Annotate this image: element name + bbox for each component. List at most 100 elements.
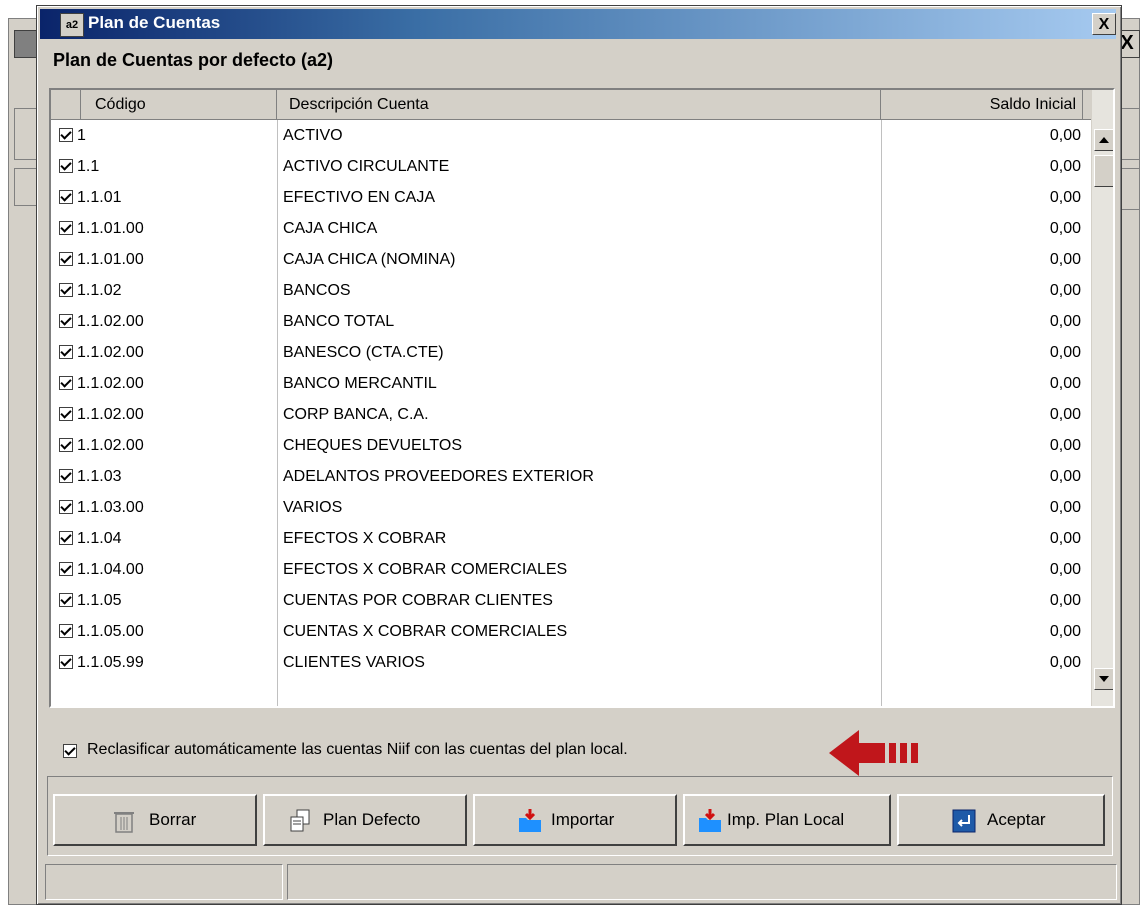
descripcion-cell: CAJA CHICA [283, 220, 378, 237]
row-checkbox[interactable] [59, 345, 73, 359]
row-checkbox[interactable] [59, 221, 73, 235]
codigo-cell: 1.1.04.00 [77, 561, 144, 578]
codigo-cell: 1.1.02.00 [77, 406, 144, 423]
table-row[interactable]: 1.1.02 BANCOS 0,00 [51, 275, 1091, 306]
imp-plan-local-label: Imp. Plan Local [727, 810, 845, 829]
saldo-cell: 0,00 [1049, 251, 1081, 268]
imp-plan-local-button[interactable]: Imp. Plan Local [683, 794, 891, 846]
importar-label: Importar [551, 810, 615, 829]
descripcion-cell: BANCO MERCANTIL [283, 375, 437, 392]
table-row[interactable]: 1.1.01 EFECTIVO EN CAJA 0,00 [51, 182, 1091, 213]
table-row[interactable]: 1.1.02.00 BANCO TOTAL 0,00 [51, 306, 1091, 337]
table-row[interactable]: 1.1.01.00 CAJA CHICA 0,00 [51, 213, 1091, 244]
header-descripcion[interactable]: Descripción Cuenta [277, 90, 881, 120]
column-divider [277, 120, 278, 706]
table-row[interactable]: 1.1.05 CUENTAS POR COBRAR CLIENTES 0,00 [51, 585, 1091, 616]
row-checkbox[interactable] [59, 593, 73, 607]
codigo-cell: 1.1.01.00 [77, 220, 144, 237]
row-checkbox[interactable] [59, 469, 73, 483]
row-checkbox[interactable] [59, 283, 73, 297]
descripcion-cell: BANESCO (CTA.CTE) [283, 344, 444, 361]
descripcion-cell: EFECTOS X COBRAR COMERCIALES [283, 561, 568, 578]
saldo-cell: 0,00 [1049, 499, 1081, 516]
row-checkbox[interactable] [59, 624, 73, 638]
descripcion-cell: CUENTAS X COBRAR COMERCIALES [283, 623, 568, 640]
codigo-cell: 1.1.02.00 [77, 437, 144, 454]
table-row[interactable]: 1.1 ACTIVO CIRCULANTE 0,00 [51, 151, 1091, 182]
column-divider [881, 120, 882, 706]
row-checkbox[interactable] [59, 376, 73, 390]
saldo-cell: 0,00 [1049, 158, 1081, 175]
header-saldo-inicial[interactable]: Saldo Inicial [881, 90, 1083, 120]
red-arrow-icon [829, 730, 918, 776]
importar-button[interactable]: Importar [473, 794, 677, 846]
header-codigo[interactable]: Código [81, 90, 277, 120]
scroll-up-button[interactable] [1094, 129, 1113, 151]
row-checkbox[interactable] [59, 190, 73, 204]
table-row[interactable]: 1.1.01.00 CAJA CHICA (NOMINA) 0,00 [51, 244, 1091, 275]
aceptar-button[interactable]: Aceptar [897, 794, 1105, 846]
row-checkbox[interactable] [59, 562, 73, 576]
saldo-cell: 0,00 [1049, 220, 1081, 237]
table-row[interactable]: 1.1.02.00 BANCO MERCANTIL 0,00 [51, 368, 1091, 399]
descripcion-cell: BANCOS [283, 282, 351, 299]
table-row[interactable]: 1.1.02.00 CHEQUES DEVUELTOS 0,00 [51, 430, 1091, 461]
table-row[interactable]: 1.1.03.00 VARIOS 0,00 [51, 492, 1091, 523]
descripcion-cell: EFECTIVO EN CAJA [283, 189, 436, 206]
codigo-cell: 1.1.05.00 [77, 623, 144, 640]
borrar-button[interactable]: Borrar [53, 794, 257, 846]
row-checkbox[interactable] [59, 407, 73, 421]
aceptar-label: Aceptar [987, 810, 1046, 829]
title-bar[interactable]: a2 Plan de Cuentas X [40, 9, 1116, 39]
saldo-cell: 0,00 [1049, 592, 1081, 609]
import-folder-icon [699, 809, 721, 832]
table-row[interactable]: 1.1.03 ADELANTOS PROVEEDORES EXTERIOR 0,00 [51, 461, 1091, 492]
descripcion-cell: BANCO TOTAL [283, 313, 395, 330]
plan-defecto-button[interactable]: Plan Defecto [263, 794, 467, 846]
row-checkbox[interactable] [59, 314, 73, 328]
reclassify-label: Reclasificar automáticamente las cuentas… [87, 741, 628, 758]
borrar-label: Borrar [149, 810, 197, 829]
saldo-cell: 0,00 [1049, 530, 1081, 547]
codigo-cell: 1.1 [77, 158, 100, 175]
row-checkbox[interactable] [59, 159, 73, 173]
descripcion-cell: ACTIVO CIRCULANTE [283, 158, 450, 175]
table-row[interactable]: 1.1.04 EFECTOS X COBRAR 0,00 [51, 523, 1091, 554]
header-check-column [51, 90, 81, 120]
table-row[interactable]: 1.1.04.00 EFECTOS X COBRAR COMERCIALES 0,0… [51, 554, 1091, 585]
codigo-cell: 1.1.05.99 [77, 654, 144, 671]
saldo-cell: 0,00 [1049, 282, 1081, 299]
codigo-cell: 1.1.02.00 [77, 313, 144, 330]
checkbox-icon[interactable] [63, 744, 77, 758]
scroll-thumb[interactable] [1094, 155, 1113, 187]
row-checkbox[interactable] [59, 438, 73, 452]
descripcion-cell: CUENTAS POR COBRAR CLIENTES [283, 592, 553, 609]
vertical-scrollbar[interactable] [1091, 90, 1113, 706]
copy-documents-icon [290, 809, 310, 832]
table-row[interactable]: 1.1.02.00 BANESCO (CTA.CTE) 0,00 [51, 337, 1091, 368]
descripcion-cell: ACTIVO [283, 127, 343, 144]
codigo-cell: 1.1.01.00 [77, 251, 144, 268]
accounts-grid[interactable]: Código Descripción Cuenta Saldo Inicial … [49, 88, 1115, 708]
row-checkbox[interactable] [59, 500, 73, 514]
table-row[interactable]: 1.1.05.99 CLIENTES VARIOS 0,00 [51, 647, 1091, 678]
table-row[interactable]: 1.1.02.00 CORP BANCA, C.A. 0,00 [51, 399, 1091, 430]
row-checkbox[interactable] [59, 655, 73, 669]
descripcion-cell: VARIOS [283, 499, 343, 516]
codigo-cell: 1 [77, 127, 86, 144]
row-checkbox[interactable] [59, 252, 73, 266]
table-row[interactable]: 1 ACTIVO 0,00 [51, 120, 1091, 151]
descripcion-cell: CHEQUES DEVUELTOS [283, 437, 463, 454]
descripcion-cell: CORP BANCA, C.A. [283, 406, 429, 423]
row-checkbox[interactable] [59, 128, 73, 142]
grid-header: Código Descripción Cuenta Saldo Inicial [51, 90, 1095, 120]
plan-de-cuentas-dialog: a2 Plan de Cuentas X Plan de Cuentas por… [36, 5, 1122, 905]
saldo-cell: 0,00 [1049, 375, 1081, 392]
arrow-down-icon [1099, 676, 1109, 682]
table-row[interactable]: 1.1.05.00 CUENTAS X COBRAR COMERCIALES 0,0… [51, 616, 1091, 647]
scroll-down-button[interactable] [1094, 668, 1113, 690]
saldo-cell: 0,00 [1049, 561, 1081, 578]
close-button[interactable]: X [1092, 13, 1116, 35]
row-checkbox[interactable] [59, 531, 73, 545]
trash-icon [114, 812, 134, 833]
